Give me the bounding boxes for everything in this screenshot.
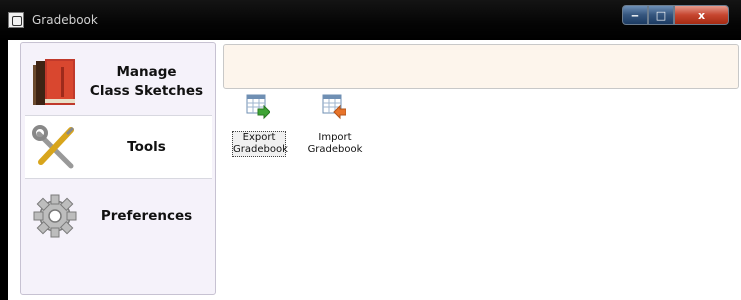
client-area: Manage Class Sketches Tools Preferences … xyxy=(8,40,741,300)
app-icon[interactable] xyxy=(8,12,24,28)
title-bar[interactable]: Gradebook ‒ □ x xyxy=(0,0,741,40)
maximize-button[interactable]: □ xyxy=(648,5,674,25)
import-gradebook-button[interactable]: Import Gradebook xyxy=(305,94,365,156)
sidebar-item-label: Manage xyxy=(116,64,177,80)
spreadsheet-export-icon xyxy=(246,94,270,120)
tool-label: Gradebook xyxy=(233,144,288,155)
sidebar-item-label: Preferences xyxy=(100,207,193,224)
sidebar-item-label: Class Sketches xyxy=(89,83,204,99)
tools-icon xyxy=(32,125,75,169)
window-left-border xyxy=(0,40,8,300)
export-gradebook-button[interactable]: Export Gradebook xyxy=(229,94,289,157)
close-button[interactable]: x xyxy=(674,5,729,25)
tool-label: Gradebook xyxy=(307,144,363,155)
gear-icon xyxy=(33,194,77,238)
sidebar-item-preferences[interactable]: Preferences xyxy=(25,186,212,246)
sidebar: Manage Class Sketches Tools Preferences xyxy=(20,42,216,295)
tool-label: Import xyxy=(318,132,352,143)
minimize-button[interactable]: ‒ xyxy=(622,5,648,25)
tool-label: Export xyxy=(242,132,276,143)
books-icon xyxy=(33,59,75,105)
window-title: Gradebook xyxy=(32,13,98,27)
sidebar-item-tools[interactable]: Tools xyxy=(25,115,212,179)
gradebook-window: Gradebook ‒ □ x Manage Class Sketches To… xyxy=(0,0,741,300)
sidebar-item-label: Tools xyxy=(127,138,166,155)
sidebar-item-manage-class-sketches[interactable]: Manage Class Sketches xyxy=(25,49,212,115)
window-controls: ‒ □ x xyxy=(622,5,729,25)
spreadsheet-import-icon xyxy=(322,94,346,120)
header-banner xyxy=(223,44,739,89)
